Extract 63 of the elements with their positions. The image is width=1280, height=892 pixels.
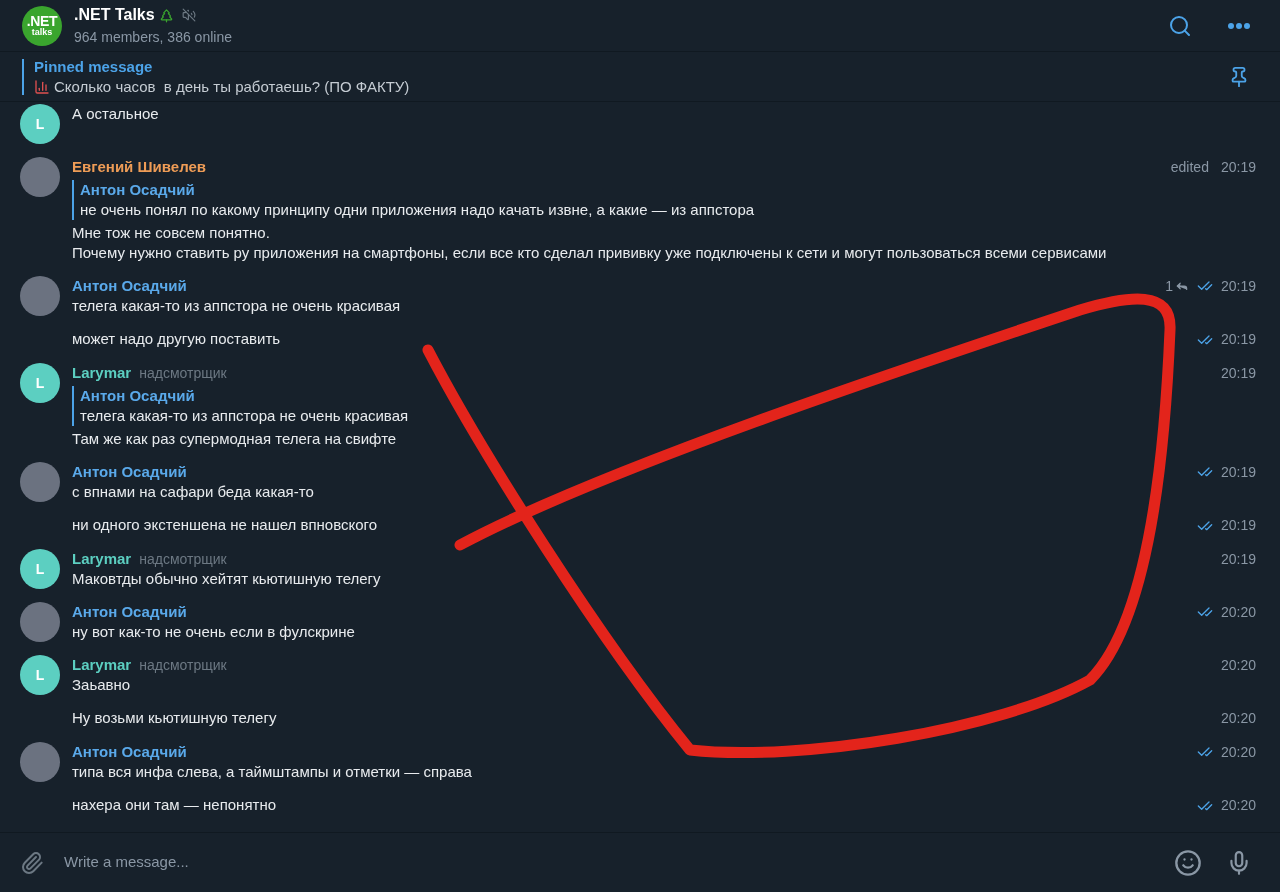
role-label: надсмотрщик <box>139 364 227 383</box>
message-input[interactable]: Write a message... <box>64 851 1158 874</box>
message-text: типа вся инфа слева, а таймштампы и отметки — справа <box>72 762 473 782</box>
reply-text: не очень понял по какому принципу одни приложения надо качать извне, а какие — из аппстора <box>80 200 756 220</box>
message-text: Ну возьми кьютишную телегу <box>72 708 278 728</box>
message-time: 20:19 <box>1220 277 1256 296</box>
reply-quote[interactable]: Антон Осадчий не очень понял по какому принципу одни приложения надо качать извне, а какие — из аппстора <box>72 180 1256 220</box>
more-button[interactable] <box>1228 22 1250 29</box>
message-text: ни одного экстеншена не нашел впновского <box>72 515 379 535</box>
edited-label: edited <box>1170 158 1209 177</box>
reply-text: телега какая-то из аппстора не очень красивая <box>80 406 410 426</box>
message-time: 20:19 <box>1220 330 1256 349</box>
emoji-button[interactable] <box>1174 848 1202 877</box>
message-text: Заьавно <box>72 675 132 695</box>
message-time: 20:20 <box>1220 709 1256 728</box>
author-name[interactable]: Антон Осадчий <box>72 602 187 622</box>
poll-icon <box>34 78 50 95</box>
message-time: 20:19 <box>1220 364 1256 383</box>
message-text: может надо другую поставить <box>72 329 282 349</box>
message-time: 20:20 <box>1220 603 1256 622</box>
author-name[interactable]: Larymar <box>72 549 132 569</box>
message-text: ну вот как-то не очень если в фулскрине <box>72 622 356 642</box>
author-name[interactable]: Антон Осадчий <box>72 276 187 296</box>
author-name[interactable]: Larymar <box>72 363 132 383</box>
avatar-photo-placeholder[interactable] <box>20 742 60 782</box>
author-name[interactable]: Антон Осадчий <box>72 742 187 762</box>
author-name[interactable]: Larymar <box>72 655 132 675</box>
author-name[interactable]: Антон Осадчий <box>72 462 187 482</box>
message-text: с впнами на сафари беда какая-то <box>72 482 315 502</box>
message-text: нахера они там — непонятно <box>72 795 277 815</box>
avatar-photo-placeholder[interactable] <box>20 157 60 197</box>
message-time: 20:19 <box>1220 158 1256 177</box>
logo-title: .NET <box>26 14 58 28</box>
tree-icon <box>158 7 174 23</box>
pinned-text: Сколько часов в день ты работаешь? (ПО ФАКТУ) <box>54 76 410 97</box>
author-name[interactable]: Евгений Шивелев <box>72 157 207 177</box>
message-time: 20:20 <box>1220 656 1256 675</box>
message-text: Маковтды обычно хейтят кьютишную телегу <box>72 569 382 589</box>
avatar-photo-placeholder[interactable] <box>20 602 60 642</box>
message-time: 20:19 <box>1220 550 1256 569</box>
reply-author: Антон Осадчий <box>80 180 196 200</box>
role-label: надсмотрщик <box>139 550 227 569</box>
member-count: 964 members, 386 online <box>74 28 232 47</box>
role-label: надсмотрщик <box>139 656 227 675</box>
message-text: Мне тож не совсем понятно. Почему нужно ставить ру приложения на смартфоны, если все кто сделал прививку уже подключены к сети и могут пользоваться всеми сервисами <box>72 223 1108 263</box>
search-button[interactable] <box>1168 13 1192 38</box>
message-time: 20:20 <box>1220 743 1256 762</box>
reply-quote[interactable]: Антон Осадчий телега какая-то из аппстора не очень красивая <box>72 386 1256 426</box>
message-time: 20:19 <box>1220 516 1256 535</box>
reply-count[interactable]: 1 <box>1165 276 1189 296</box>
message-time: 20:19 <box>1220 463 1256 482</box>
message-time: 20:20 <box>1220 796 1256 815</box>
chat-title: .NET Talks <box>74 5 155 25</box>
avatar-photo-placeholder[interactable] <box>20 276 60 316</box>
attach-button[interactable] <box>20 850 44 875</box>
message-text: телега какая-то из аппстора не очень красивая <box>72 296 402 316</box>
reply-author: Антон Осадчий <box>80 386 196 406</box>
reply-icon <box>1174 279 1189 293</box>
logo-subtitle: talks <box>31 28 53 37</box>
pinned-label: Pinned message <box>34 56 154 77</box>
message-text: А остальное <box>72 104 160 124</box>
message-text: Там же как раз супермодная телега на свифте <box>72 429 398 449</box>
avatar-photo-placeholder[interactable] <box>20 462 60 502</box>
